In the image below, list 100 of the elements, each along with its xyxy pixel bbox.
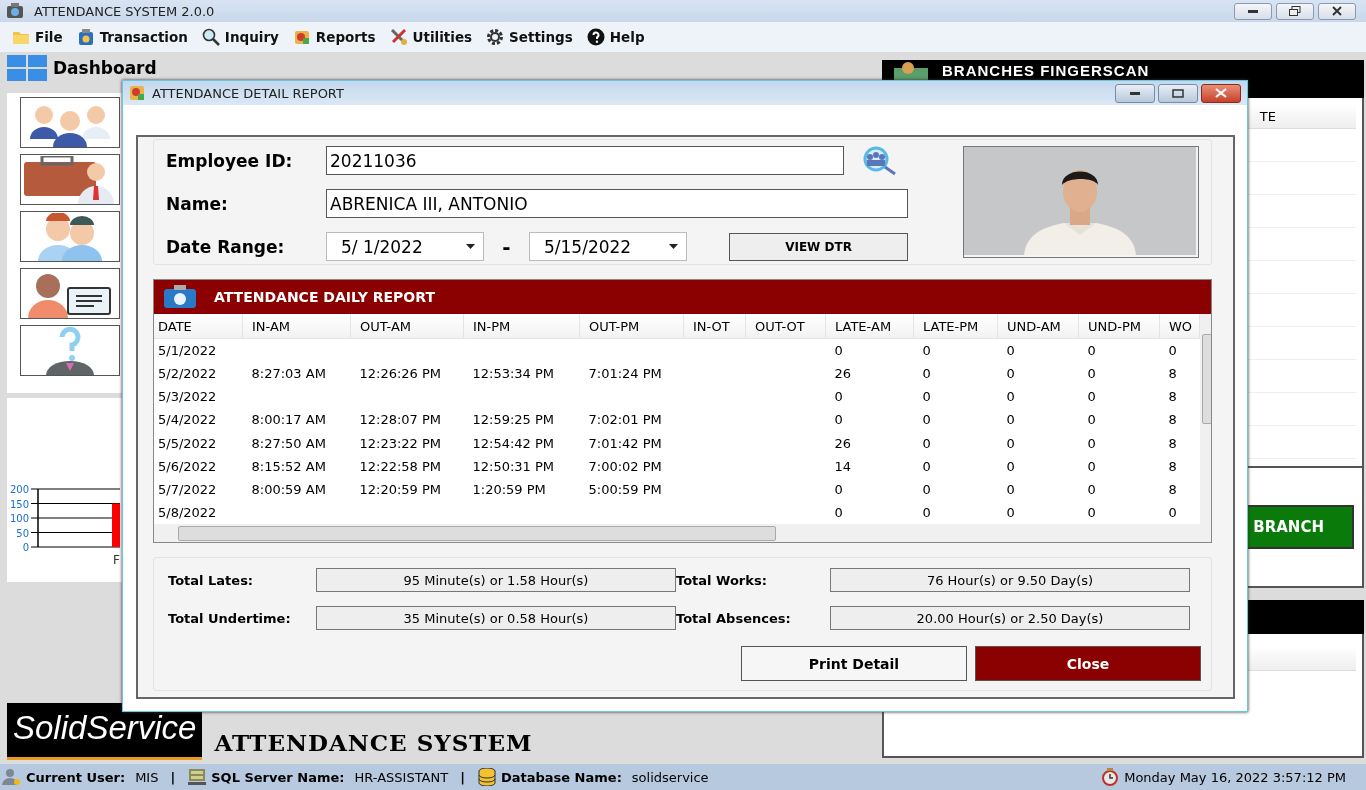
status-datetime: Monday May 16, 2022 3:57:12 PM — [1124, 769, 1346, 785]
table-cell: 8:15:52 AM — [251, 458, 326, 474]
brand-logo: SolidService — [7, 703, 203, 760]
table-cell: 0 — [922, 343, 931, 359]
table-cell: 0 — [922, 481, 931, 497]
dialog-button[interactable]: Print Detail — [741, 646, 967, 681]
app-subtitle: ATTENDANCE SYSTEM — [214, 729, 533, 758]
total-value-field: 76 Hour(s) or 9.50 Day(s) — [830, 568, 1190, 592]
maximize-icon — [1172, 88, 1184, 98]
status-divider: | — [460, 769, 465, 785]
table-cell: 8 — [1168, 481, 1177, 497]
magnifier-icon — [201, 28, 220, 46]
restore-icon — [1289, 6, 1301, 16]
menu-item[interactable]: Inquiry — [197, 28, 287, 46]
menu-item[interactable]: Reports — [288, 28, 384, 46]
dialog-button[interactable]: Close — [975, 646, 1201, 681]
table-cell: 12:53:34 PM — [472, 366, 555, 382]
dashboard-title: Dashboard — [53, 58, 157, 78]
total-label: Total Undertime: — [168, 610, 292, 626]
total-value-field: 20.00 Hour(s) or 2.50 Day(s) — [830, 606, 1190, 630]
dashboard-tile[interactable] — [20, 154, 120, 205]
minimize-icon — [1130, 91, 1140, 95]
minimize-icon — [1248, 9, 1258, 13]
table-cell: 0 — [922, 389, 931, 405]
dashboard-tile[interactable] — [20, 211, 120, 262]
table-cell: 0 — [1087, 412, 1096, 428]
table-cell: 0 — [1087, 343, 1096, 359]
close-button[interactable] — [1318, 2, 1356, 20]
table-cell: 5/7/2022 — [158, 481, 217, 497]
total-label: Total Lates: — [168, 572, 255, 588]
table-cell: 8:00:17 AM — [251, 412, 326, 428]
table-cell: 8 — [1168, 366, 1177, 382]
menu-item[interactable]: Help — [582, 28, 653, 46]
report-title: ATTENDANCE DAILY REPORT — [214, 289, 435, 305]
table-cell: 0 — [834, 481, 843, 497]
table-cell: 5/6/2022 — [158, 458, 217, 474]
dashboard-tile[interactable] — [20, 97, 120, 148]
axis-tick-label: 50 — [16, 527, 29, 539]
caret-icon — [466, 244, 475, 249]
table-cell: 0 — [1087, 435, 1096, 451]
axis-tick-label: 200 — [9, 484, 29, 495]
date-picker[interactable]: 5/15/2022 — [529, 232, 687, 261]
table-cell: 12:50:31 PM — [472, 458, 555, 474]
table-cell: 0 — [1006, 366, 1015, 382]
maximize-button[interactable] — [1158, 83, 1198, 103]
table-cell: 7:01:24 PM — [588, 366, 662, 382]
table-cell: 12:26:26 PM — [359, 366, 442, 382]
close-button[interactable] — [1201, 83, 1241, 103]
server-icon — [187, 768, 208, 786]
table-cell: 5/4/2022 — [158, 412, 217, 428]
table-cell: 8:27:50 AM — [251, 435, 326, 451]
dashboard-tile[interactable] — [20, 325, 120, 376]
menu-item[interactable]: File — [8, 28, 71, 46]
table-cell: 0 — [922, 458, 931, 474]
table-cell: 0 — [1006, 458, 1015, 474]
input-field[interactable]: 20211036 — [326, 146, 844, 175]
minimize-button[interactable] — [1115, 83, 1155, 103]
restore-button[interactable] — [1276, 2, 1314, 20]
help-icon — [586, 28, 605, 46]
table-cell: 0 — [834, 389, 843, 405]
table-cell: 0 — [922, 366, 931, 382]
date-picker[interactable]: 5/ 1/2022 — [326, 232, 484, 261]
table-cell: 5/8/2022 — [158, 504, 217, 520]
table-cell: 7:01:42 PM — [588, 435, 662, 451]
table-cell: 0 — [1087, 366, 1096, 382]
table-cell: 12:59:25 PM — [472, 412, 555, 428]
menu-item[interactable]: Settings — [482, 28, 581, 46]
total-label: Total Absences: — [676, 610, 792, 626]
table-cell: 0 — [1006, 435, 1015, 451]
dashboard-tile[interactable] — [20, 268, 120, 319]
table-cell: 0 — [834, 412, 843, 428]
table-cell: 0 — [1006, 412, 1015, 428]
field-label: Name: — [166, 193, 229, 214]
table-cell: 8:27:03 AM — [251, 366, 326, 382]
menu-item[interactable]: Utilities — [385, 28, 481, 46]
grid-icon — [7, 55, 47, 81]
input-field[interactable]: ABRENICA III, ANTONIO — [326, 189, 908, 218]
total-value-field: 35 Minute(s) or 0.58 Hour(s) — [316, 606, 676, 630]
horizontal-scrollbar[interactable] — [154, 524, 1211, 542]
column-header: TE — [1259, 108, 1276, 124]
report-icon — [292, 28, 311, 46]
axis-tick-label: 100 — [9, 513, 29, 524]
view-dtr-button[interactable]: VIEW DTR — [729, 232, 908, 261]
minimize-button[interactable] — [1234, 2, 1272, 20]
table-cell: 0 — [834, 343, 843, 359]
status-divider: | — [170, 769, 176, 785]
table-cell: 0 — [1087, 504, 1096, 520]
table-cell: 0 — [1168, 343, 1177, 359]
table-cell: 12:23:22 PM — [359, 435, 442, 451]
menu-item[interactable]: Transaction — [72, 28, 196, 46]
database-icon — [476, 768, 497, 786]
table-cell: 0 — [922, 435, 931, 451]
table-cell: 5/3/2022 — [158, 389, 217, 405]
dialog-title: ATTENDANCE DETAIL REPORT — [152, 85, 344, 101]
table-cell: 0 — [922, 412, 931, 428]
table-cell: 0 — [1006, 481, 1015, 497]
table-cell: 0 — [1006, 389, 1015, 405]
table-cell: 5/1/2022 — [158, 343, 217, 359]
table-cell: 0 — [922, 504, 931, 520]
table-cell: 8 — [1168, 435, 1177, 451]
